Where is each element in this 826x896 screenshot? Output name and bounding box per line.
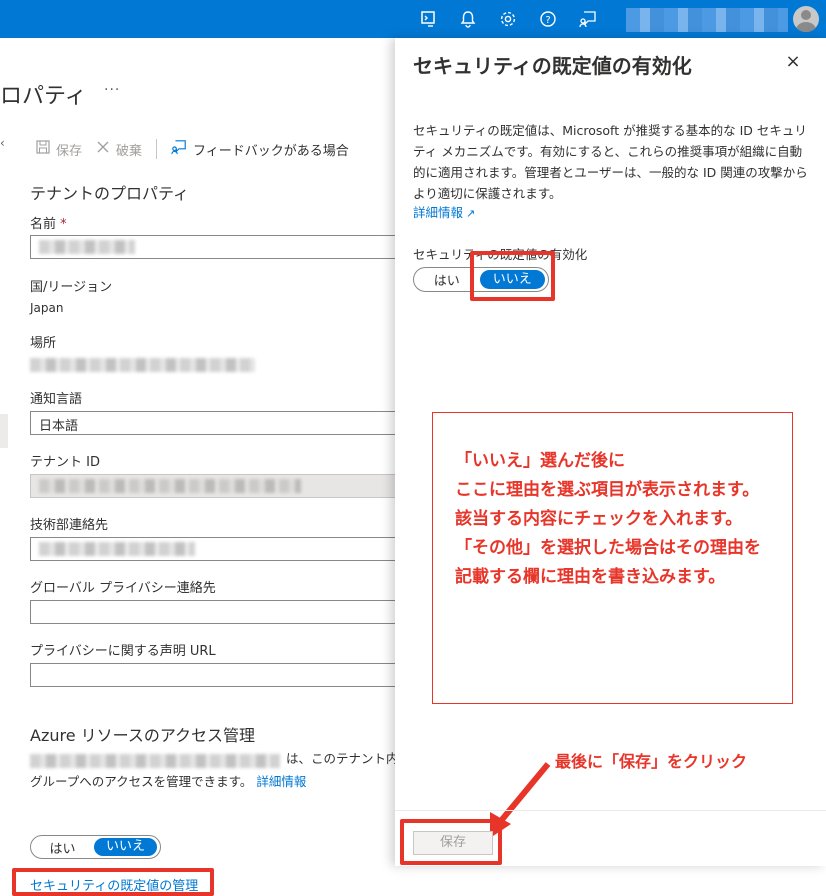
save-icon (36, 140, 50, 158)
close-icon (96, 140, 110, 158)
nav-edge (0, 414, 8, 448)
save-command-label: 保存 (56, 143, 83, 159)
privacy-contact-input[interactable] (30, 600, 395, 624)
azure-description-line2: グループへのアクセスを管理できます。 詳細情報 (30, 774, 307, 789)
security-defaults-panel: セキュリティの既定値の有効化 × セキュリティの既定値は、Microsoft が… (395, 38, 826, 866)
bell-icon[interactable] (458, 9, 478, 29)
close-icon[interactable]: × (783, 52, 803, 72)
blurred-value (39, 240, 135, 254)
notification-language-label: 通知言語 (30, 392, 83, 407)
privacy-url-label: プライバシーに関する声明 URL (30, 644, 216, 659)
annotation-note-text: 「いいえ」選んだ後に ここに理由を選ぶ項目が表示されます。該当する内容にチェック… (455, 451, 761, 587)
annotation-note-box: 「いいえ」選んだ後に ここに理由を選ぶ項目が表示されます。該当する内容にチェック… (432, 412, 793, 704)
privacy-url-input[interactable] (30, 663, 395, 687)
help-icon[interactable]: ? (538, 9, 558, 29)
feedback-icon (171, 139, 187, 159)
annotation-final-note: 最後に「保存」をクリック (555, 752, 748, 771)
learn-more-link[interactable]: 詳細情報 ↗ (413, 202, 475, 221)
technical-contact-label: 技術部連絡先 (30, 518, 109, 533)
blurred-value (39, 479, 301, 493)
tenant-id-label: テナント ID (30, 455, 100, 470)
feedback-command-label: フィードバックがある場合 (193, 143, 349, 159)
discard-command[interactable]: 破棄 (96, 140, 142, 159)
more-actions-button[interactable]: ··· (104, 82, 120, 98)
avatar[interactable] (793, 6, 819, 32)
tenant-properties-heading: テナントのプロパティ (30, 184, 190, 203)
notification-language-select[interactable]: 日本語 (30, 411, 395, 435)
save-command[interactable]: 保存 (36, 140, 82, 159)
highlight-no-toggle (470, 251, 555, 301)
external-link-icon: ↗ (466, 207, 476, 220)
name-label: 名前 * (30, 217, 67, 232)
account-name-blurred[interactable] (626, 8, 788, 32)
technical-contact-input[interactable] (30, 537, 395, 561)
panel-footer-divider (395, 810, 826, 811)
toggle-yes[interactable]: はい (31, 838, 94, 857)
page-title: ロパティ (0, 84, 87, 109)
discard-command-label: 破棄 (116, 143, 143, 159)
azure-text-blurred (30, 754, 280, 768)
country-value: Japan (30, 301, 64, 315)
highlight-save-button (400, 819, 502, 865)
azure-access-heading: Azure リソースのアクセス管理 (30, 726, 256, 745)
panel-description: セキュリティの既定値は、Microsoft が推奨する基本的な ID セキュリテ… (413, 123, 808, 201)
highlight-manage-link (12, 868, 214, 896)
toolbar-divider (156, 139, 158, 159)
feedback-command[interactable]: フィードバックがある場合 (171, 139, 349, 159)
azure-description-line1: は、このテナント内 (286, 751, 396, 766)
panel-title: セキュリティの既定値の有効化 (413, 54, 692, 78)
top-nav-bar: ? (0, 0, 826, 38)
feedback-icon[interactable] (578, 9, 598, 29)
tenant-id-field (30, 474, 395, 498)
blurred-value (39, 542, 195, 556)
gear-icon[interactable] (498, 9, 518, 29)
cloud-shell-icon[interactable] (418, 9, 438, 29)
toggle-no[interactable]: いいえ (94, 838, 157, 856)
privacy-contact-label: グローバル プライバシー連絡先 (30, 581, 216, 596)
location-value-blurred (30, 358, 255, 372)
azure-more-link[interactable]: 詳細情報 (256, 774, 306, 789)
country-label: 国/リージョン (30, 280, 113, 295)
properties-page: ロパティ ··· ‹ 保存 破棄 フィードバックがある場合 テナントのプロパティ… (0, 38, 396, 896)
collapse-chevron-icon[interactable]: ‹ (0, 136, 5, 150)
azure-access-toggle[interactable]: はい いいえ (30, 835, 161, 859)
location-label: 場所 (30, 336, 57, 351)
command-bar: 保存 破棄 フィードバックがある場合 (36, 138, 363, 160)
name-input[interactable] (30, 235, 395, 259)
svg-text:?: ? (545, 15, 550, 26)
